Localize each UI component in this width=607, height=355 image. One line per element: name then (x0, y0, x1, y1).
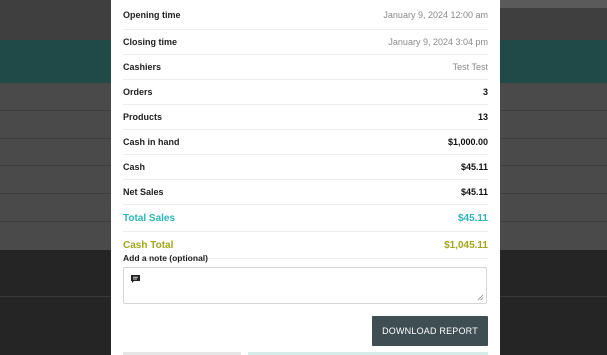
closing-time-label: Closing time (123, 37, 178, 47)
cash-in-hand-label: Cash in hand (123, 137, 180, 147)
download-report-button[interactable]: DOWNLOAD REPORT (372, 316, 488, 346)
products-row: Products 13 (123, 105, 488, 130)
products-value: 13 (477, 112, 488, 122)
opening-time-value: January 9, 2024 12:00 am (383, 9, 488, 20)
cashiers-value: Test Test (452, 62, 488, 72)
resize-handle-icon[interactable] (477, 294, 484, 301)
cashiers-label: Cashiers (123, 62, 162, 72)
cash-in-hand-value: $1,000.00 (447, 137, 488, 147)
closing-time-row: Closing time January 9, 2024 3:04 pm (123, 30, 488, 55)
cashiers-row: Cashiers Test Test (123, 55, 488, 80)
net-sales-row: Net Sales $45.11 (123, 180, 488, 205)
note-textarea[interactable] (123, 267, 487, 304)
report-summary: Opening time January 9, 2024 12:00 am Cl… (123, 0, 488, 259)
session-report-modal: Opening time January 9, 2024 12:00 am Cl… (111, 0, 500, 355)
orders-label: Orders (123, 87, 153, 97)
opening-time-row: Opening time January 9, 2024 12:00 am (123, 0, 488, 30)
orders-row: Orders 3 (123, 80, 488, 105)
total-sales-row: Total Sales $45.11 (123, 205, 488, 232)
closing-time-value: January 9, 2024 3:04 pm (388, 37, 488, 47)
products-label: Products (123, 112, 163, 122)
note-label: Add a note (optional) (123, 253, 208, 263)
total-sales-label: Total Sales (123, 212, 176, 224)
net-sales-value: $45.11 (460, 187, 488, 197)
net-sales-label: Net Sales (123, 187, 164, 197)
cash-row: Cash $45.11 (123, 155, 488, 180)
cash-in-hand-row: Cash in hand $1,000.00 (123, 130, 488, 155)
comment-icon (131, 275, 140, 283)
total-sales-value: $45.11 (457, 212, 488, 224)
backdrop-right-top (500, 0, 607, 8)
orders-value: 3 (482, 87, 488, 97)
cash-label: Cash (123, 162, 146, 172)
cash-value: $45.11 (460, 162, 488, 172)
cash-total-label: Cash Total (123, 239, 174, 251)
opening-time-label: Opening time (123, 9, 181, 20)
cash-total-value: $1,045.11 (444, 239, 488, 251)
